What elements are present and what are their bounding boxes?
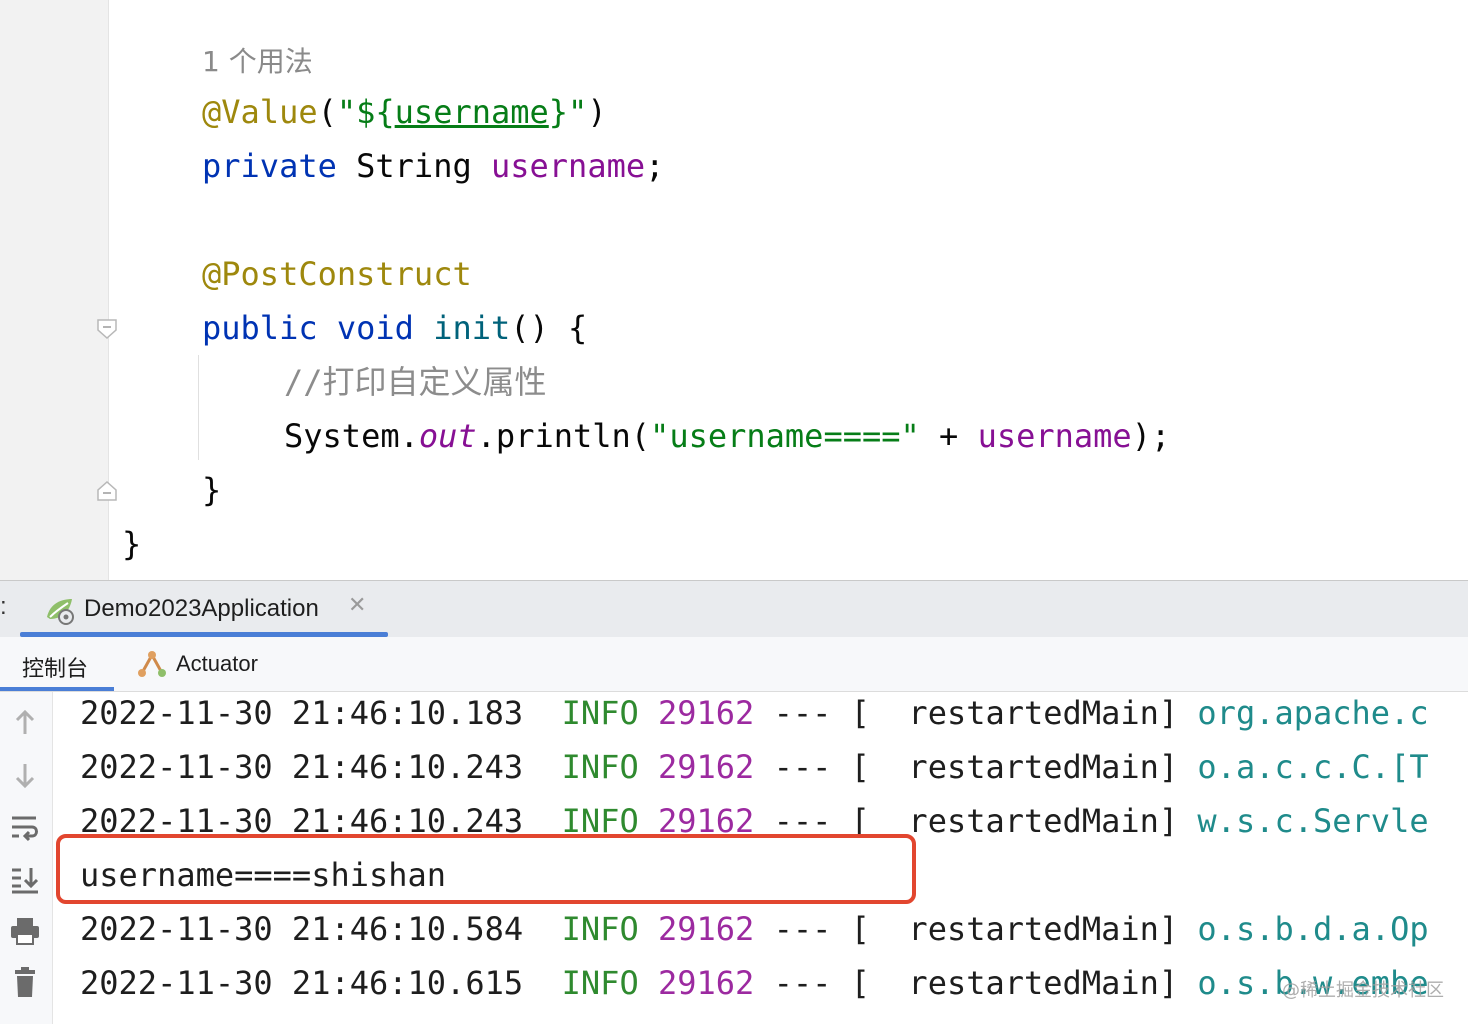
log-sep: --- [ xyxy=(754,910,909,948)
log-level: INFO xyxy=(561,910,639,948)
code-line-class-close: } xyxy=(122,525,142,563)
spring-boot-run-icon xyxy=(47,599,74,625)
log-pid: 29162 xyxy=(657,748,755,786)
scroll-to-end-icon[interactable] xyxy=(8,862,42,896)
code-line-comment: //打印自定义属性 xyxy=(284,362,547,402)
log-pid: 29162 xyxy=(657,964,755,1002)
log-pid: 29162 xyxy=(657,694,755,732)
property-reference[interactable]: username xyxy=(395,93,549,131)
paren: ); xyxy=(1131,417,1171,455)
annotation: @Value xyxy=(202,93,318,131)
field-name: username xyxy=(490,147,646,185)
code-line-value-annotation: @Value("${username}") xyxy=(202,92,607,132)
annotation: @PostConstruct xyxy=(202,255,472,293)
run-subtabs: 控制台 Actuator xyxy=(0,637,1468,692)
code-line-field-declaration: private String username; xyxy=(202,146,664,186)
log-level: INFO xyxy=(561,748,639,786)
active-subtab-indicator xyxy=(0,687,114,691)
trash-icon[interactable] xyxy=(8,966,42,1000)
code-editor[interactable]: 1 个用法 @Value("${username}") private Stri… xyxy=(0,0,1468,580)
print-icon[interactable] xyxy=(8,914,42,948)
string-literal: }" xyxy=(548,93,588,131)
tab-console-label: 控制台 xyxy=(22,656,89,681)
operator: + xyxy=(919,417,978,455)
log-thread: restartedMain] xyxy=(908,910,1179,948)
method-params: () { xyxy=(510,309,588,347)
string-literal: "username====" xyxy=(650,417,920,455)
tab-label: Demo2023Application xyxy=(84,595,319,622)
log-level: INFO xyxy=(561,694,639,732)
log-thread: restartedMain] xyxy=(908,964,1179,1002)
log-ts: 2022-11-30 21:46:10.183 xyxy=(80,694,524,732)
method-call: .println( xyxy=(476,417,651,455)
fold-collapse-icon[interactable] xyxy=(96,318,118,340)
keyword: public void xyxy=(202,309,414,347)
comment: //打印自定义属性 xyxy=(284,363,547,401)
string-literal: "${ xyxy=(336,93,395,131)
run-tool-window-header: : Demo2023Application ✕ xyxy=(0,580,1468,638)
tab-demo2023application[interactable]: Demo2023Application ✕ xyxy=(20,581,388,637)
log-thread: restartedMain] xyxy=(908,694,1179,732)
close-icon[interactable]: ✕ xyxy=(348,593,366,618)
method-name: init xyxy=(433,309,511,347)
log-thread: restartedMain] xyxy=(908,802,1179,840)
fold-end-icon[interactable] xyxy=(96,480,118,502)
paren: ) xyxy=(587,93,607,131)
console-toolbar xyxy=(0,692,53,1024)
soft-wrap-icon[interactable] xyxy=(8,810,42,844)
log-line: 2022-11-30 21:46:10.615 INFO 29162 --- [… xyxy=(80,956,1429,1010)
tab-console[interactable]: 控制台 xyxy=(0,637,114,691)
tab-actuator[interactable]: Actuator xyxy=(136,637,316,691)
log-pid: 29162 xyxy=(657,910,755,948)
log-cls: w.s.c.Servle xyxy=(1178,802,1429,840)
semicolon: ; xyxy=(645,147,665,185)
log-cls: o.a.c.c.C.[T xyxy=(1178,748,1429,786)
actuator-icon xyxy=(138,651,166,677)
highlight-box xyxy=(56,834,916,904)
header-colon: : xyxy=(0,593,7,620)
log-sep: --- [ xyxy=(754,694,909,732)
log-thread: restartedMain] xyxy=(908,748,1179,786)
log-sep: --- [ xyxy=(754,748,909,786)
code-line-println: System.out.println("username====" + user… xyxy=(284,416,1170,456)
static-field: out xyxy=(418,417,477,455)
log-ts: 2022-11-30 21:46:10.584 xyxy=(80,910,524,948)
class-ref: System. xyxy=(284,417,419,455)
log-line: 2022-11-30 21:46:10.243 INFO 29162 --- [… xyxy=(80,740,1429,794)
log-cls: org.apache.c xyxy=(1178,694,1429,732)
arrow-down-icon[interactable] xyxy=(8,758,42,792)
log-line: 2022-11-30 21:46:10.183 INFO 29162 --- [… xyxy=(80,692,1429,740)
editor-gutter xyxy=(0,0,109,580)
type-name: String xyxy=(336,147,491,185)
code-line-method-signature: public void init() { xyxy=(202,308,587,348)
field-name: username xyxy=(977,417,1132,455)
tab-actuator-label: Actuator xyxy=(176,651,258,676)
log-level: INFO xyxy=(561,964,639,1002)
log-ts: 2022-11-30 21:46:10.243 xyxy=(80,748,524,786)
code-line-postconstruct: @PostConstruct xyxy=(202,254,472,294)
watermark: @稀土掘金技术社区 xyxy=(1282,980,1444,1001)
log-line: 2022-11-30 21:46:10.584 INFO 29162 --- [… xyxy=(80,902,1429,956)
arrow-up-icon[interactable] xyxy=(8,706,42,740)
log-ts: 2022-11-30 21:46:10.615 xyxy=(80,964,524,1002)
indent-guide xyxy=(198,355,199,460)
log-sep: --- [ xyxy=(754,964,909,1002)
usage-hint[interactable]: 1 个用法 xyxy=(202,40,313,80)
paren: ( xyxy=(317,93,337,131)
code-line-method-close: } xyxy=(202,471,222,509)
keyword: private xyxy=(202,147,337,185)
log-cls: o.s.b.d.a.Op xyxy=(1178,910,1429,948)
